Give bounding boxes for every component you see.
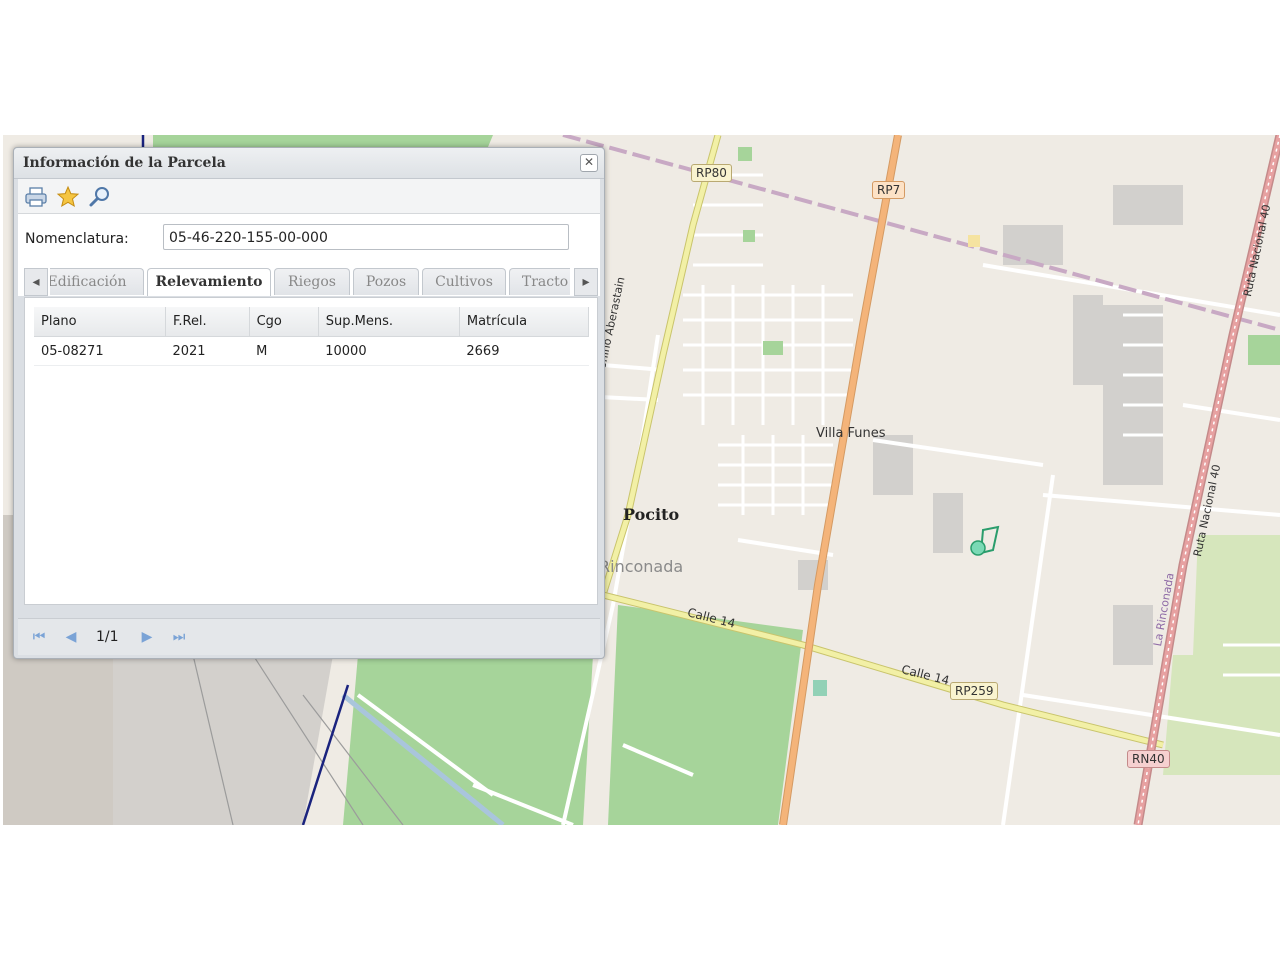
column-header[interactable]: F.Rel. — [165, 307, 250, 337]
column-header[interactable]: Cgo — [249, 307, 319, 337]
tab-relevamiento[interactable]: Relevamiento — [147, 268, 271, 296]
table-cell: 05-08271 — [34, 336, 166, 366]
tab-tracto[interactable]: Tracto — [509, 268, 570, 295]
page-info: 1/1 — [96, 629, 119, 645]
rp7-shield: RP7 — [872, 181, 906, 199]
pager: ⏮ ◀ 1/1 ▶ ⏭ — [18, 618, 600, 655]
nomenclatura-label: Nomenclatura: — [25, 231, 129, 247]
relevamiento-table: Plano F.Rel. Cgo Sup.Mens. Matrícula 05-… — [34, 307, 590, 366]
rp80-shield: RP80 — [691, 164, 732, 182]
nomenclatura-field[interactable]: 05-46-220-155-00-000 — [163, 224, 569, 250]
dialog-titlebar[interactable]: Información de la Parcela ✕ — [14, 148, 604, 179]
pocito-label: Pocito — [623, 505, 680, 524]
print-icon[interactable] — [24, 185, 48, 209]
tab-edificacion[interactable]: Edificación — [50, 268, 144, 295]
table-cell: 2669 — [459, 336, 589, 366]
parcel-info-dialog[interactable]: Información de la Parcela ✕ Nomenclatura… — [13, 147, 605, 659]
relevamiento-panel: Plano F.Rel. Cgo Sup.Mens. Matrícula 05-… — [24, 297, 598, 605]
first-page-icon[interactable]: ⏮ — [30, 628, 48, 646]
last-page-icon[interactable]: ⏭ — [170, 628, 188, 646]
tab-bar: ◂ Edificación Relevamiento Riegos Pozos … — [18, 262, 600, 296]
tabs-strip: Edificación Relevamiento Riegos Pozos Cu… — [50, 262, 570, 296]
tab-pozos[interactable]: Pozos — [353, 268, 419, 295]
prev-page-icon[interactable]: ◀ — [62, 628, 80, 646]
column-header[interactable]: Plano — [34, 307, 166, 337]
column-header[interactable]: Matrícula — [459, 307, 590, 337]
tab-scroll-left-icon[interactable]: ◂ — [24, 268, 48, 296]
table-row[interactable]: 05-08271 2021 M 10000 2669 — [34, 336, 589, 366]
table-header-row: Plano F.Rel. Cgo Sup.Mens. Matrícula — [34, 307, 590, 337]
rp259-shield: RP259 — [950, 682, 999, 700]
star-icon[interactable] — [56, 185, 80, 209]
dialog-toolbar — [18, 179, 600, 214]
search-icon[interactable] — [88, 185, 112, 209]
tab-scroll-right-icon[interactable]: ▸ — [574, 268, 598, 296]
next-page-icon[interactable]: ▶ — [138, 628, 156, 646]
column-header[interactable]: Sup.Mens. — [318, 307, 460, 337]
villa-funes-label: Villa Funes — [816, 426, 886, 441]
dialog-title: Información de la Parcela — [23, 155, 226, 171]
tab-cultivos[interactable]: Cultivos — [422, 268, 506, 295]
rinconada-label: Rinconada — [599, 557, 684, 576]
tab-riegos[interactable]: Riegos — [274, 268, 350, 295]
close-icon[interactable]: ✕ — [580, 154, 598, 172]
nomenclatura-form: Nomenclatura: 05-46-220-155-00-000 — [18, 214, 600, 262]
table-cell: M — [249, 336, 319, 366]
table-cell: 2021 — [165, 336, 250, 366]
table-cell: 10000 — [318, 336, 460, 366]
rn40-shield: RN40 — [1127, 750, 1170, 768]
